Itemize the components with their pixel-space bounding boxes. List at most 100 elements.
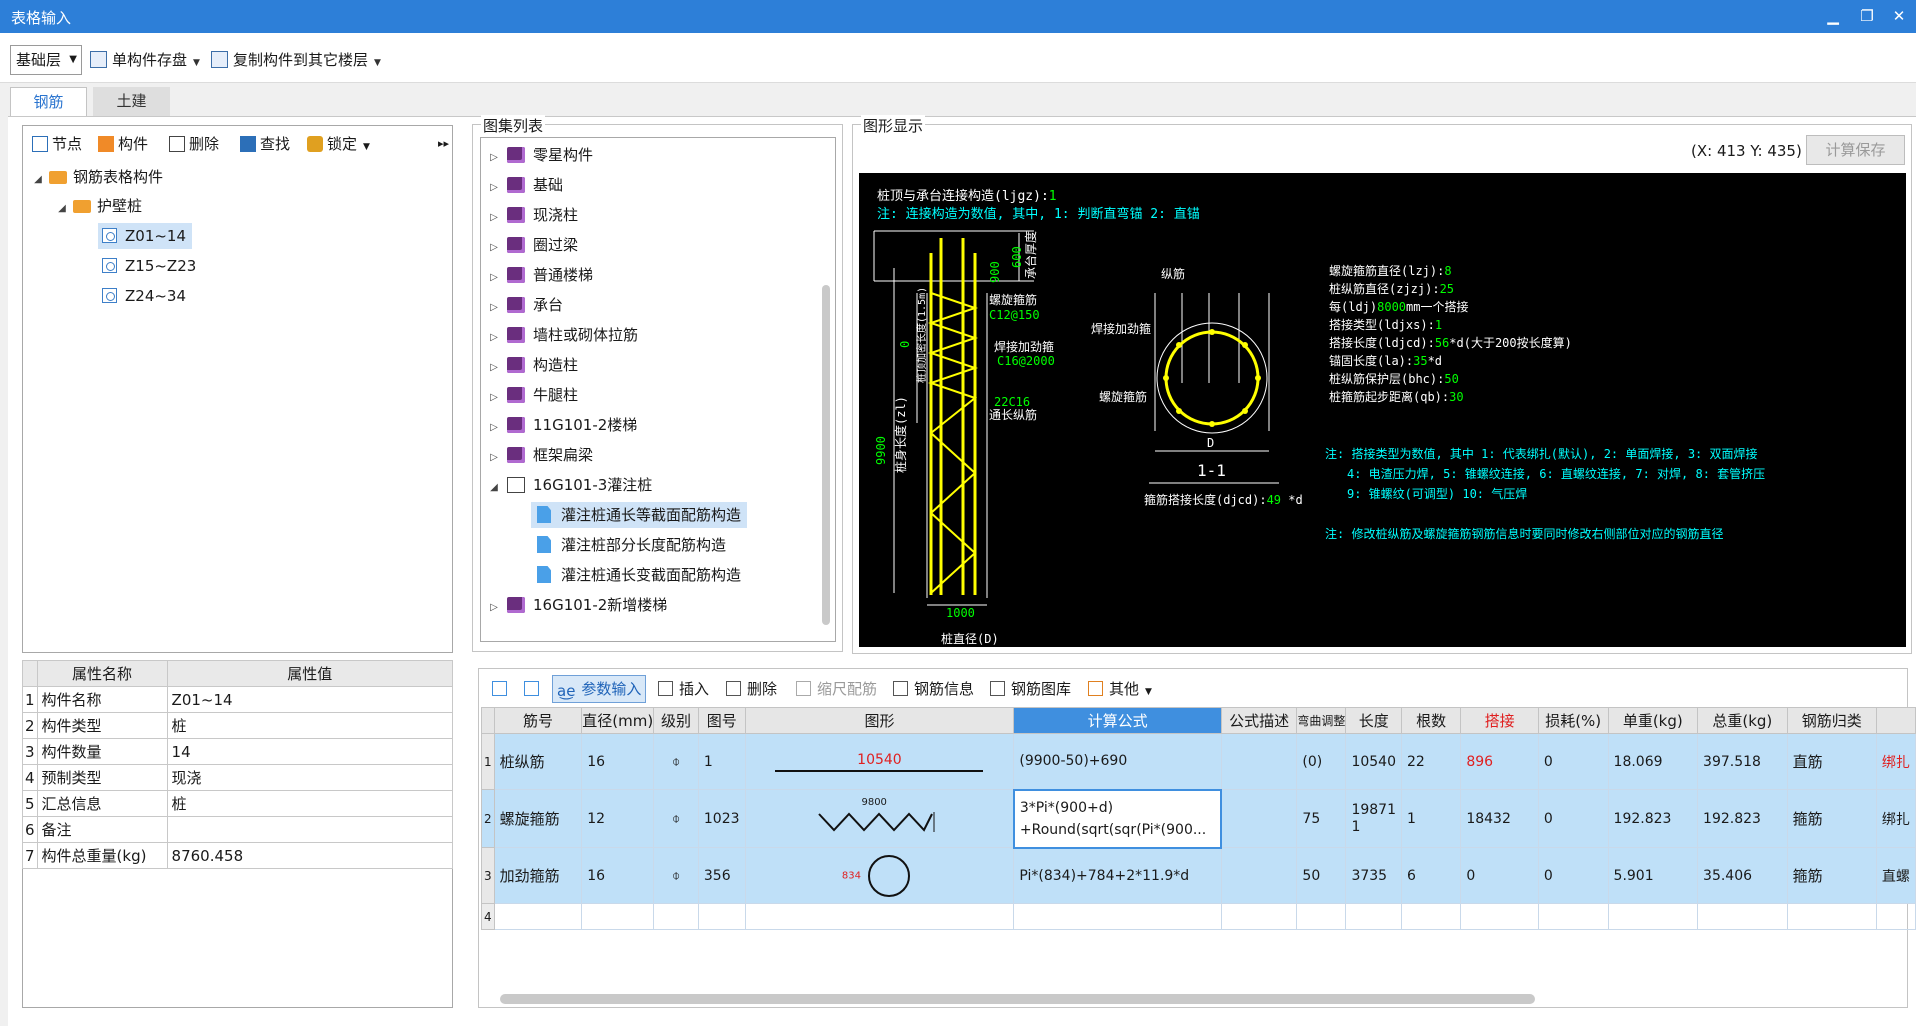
collapse-icon[interactable]: ◢: [55, 196, 69, 222]
col-header[interactable]: 公式描述: [1220, 707, 1298, 734]
atlas-item[interactable]: ▷ 圈过梁: [487, 232, 578, 258]
collapse-icon[interactable]: ◢: [31, 167, 45, 193]
close-icon[interactable]: ✕: [1886, 4, 1912, 28]
expand-icon[interactable]: ▷: [487, 415, 501, 441]
col-header[interactable]: 长度: [1345, 707, 1402, 734]
atlas-child[interactable]: 灌注桩部分长度配筋构造: [537, 532, 726, 558]
expand-icon[interactable]: ▷: [487, 265, 501, 291]
table-row[interactable]: 3 加劲箍筋 16 ⌽ 356 834 Pi*(834)+784+2*11.9*…: [481, 847, 1916, 904]
svg-text:注: 修改桩纵筋及螺旋箍筋钢筋信息时要同时修改右侧部位对应的: 注: 修改桩纵筋及螺旋箍筋钢筋信息时要同时修改右侧部位对应的钢筋直径: [1325, 526, 1723, 541]
rebar-shape[interactable]: 834: [744, 847, 1015, 904]
expand-icon[interactable]: ▷: [487, 445, 501, 471]
library-icon: [990, 681, 1005, 696]
expand-icon[interactable]: ▷: [487, 295, 501, 321]
col-header[interactable]: 单重(kg): [1607, 707, 1699, 734]
other-button[interactable]: 其他 ▼: [1088, 676, 1152, 705]
expand-icon[interactable]: ▷: [487, 385, 501, 411]
tree-root[interactable]: ◢ 钢筋表格构件: [31, 164, 163, 190]
atlas-scrollbar[interactable]: [822, 285, 830, 625]
col-header[interactable]: 根数: [1400, 707, 1462, 734]
expand-icon[interactable]: ▷: [487, 325, 501, 351]
col-header[interactable]: 钢筋归类: [1786, 707, 1877, 734]
atlas-item[interactable]: ▷ 普通楼梯: [487, 262, 593, 288]
minimize-icon[interactable]: ▁: [1820, 4, 1846, 28]
delete-row-button[interactable]: 删除: [726, 676, 777, 702]
prop-row[interactable]: 5 汇总信息桩: [22, 790, 454, 817]
tab-rebar[interactable]: 钢筋: [10, 87, 87, 117]
col-header[interactable]: 级别: [653, 707, 699, 734]
atlas-item[interactable]: ▷ 基础: [487, 172, 563, 198]
param-input-button[interactable]: a͜e 参数输入: [552, 675, 647, 703]
cad-drawing[interactable]: 桩顶与承台连接构造(ljgz):1 注: 连接构造为数值, 其中, 1: 判断直…: [859, 173, 1906, 647]
move-up-button[interactable]: [492, 676, 513, 702]
col-header[interactable]: 搭接: [1460, 707, 1539, 734]
col-header[interactable]: 总重(kg): [1697, 707, 1788, 734]
copy-to-floor-button[interactable]: 复制构件到其它楼层 ▼: [211, 48, 381, 72]
atlas-item[interactable]: ▷ 构造柱: [487, 352, 578, 378]
prop-row[interactable]: 1 构件名称 Z01~14: [22, 686, 454, 713]
rebar-info-button[interactable]: 钢筋信息: [893, 676, 974, 702]
grid-hscrollbar[interactable]: [500, 994, 1535, 1004]
expand-icon[interactable]: ▷: [487, 205, 501, 231]
atlas-child[interactable]: 灌注桩通长变截面配筋构造: [537, 562, 741, 588]
atlas-item[interactable]: ▷ 承台: [487, 292, 563, 318]
restore-icon[interactable]: ❐: [1854, 4, 1880, 28]
col-header[interactable]: 直径(mm): [581, 707, 655, 734]
floor-select[interactable]: 基础层 ▼: [10, 45, 82, 75]
atlas-item[interactable]: ▷ 牛腿柱: [487, 382, 578, 408]
col-header[interactable]: [1875, 707, 1916, 734]
tab-civil[interactable]: 土建: [93, 87, 170, 117]
expand-icon[interactable]: ▷: [487, 355, 501, 381]
document-icon: [537, 506, 551, 523]
prop-row[interactable]: 4 预制类型 现浇: [22, 764, 454, 791]
table-row[interactable]: 2 螺旋箍筋 12 ⌽ 1023 9800 3*Pi*(900+d) +Round…: [481, 788, 1916, 849]
atlas-item[interactable]: ◢ 16G101-3灌注桩: [487, 472, 652, 498]
col-header[interactable]: 损耗(%): [1537, 707, 1609, 734]
prop-row[interactable]: 6 备注: [22, 816, 454, 843]
tree-item[interactable]: Z15~Z23: [98, 253, 196, 279]
formula-editor[interactable]: 3*Pi*(900+d) +Round(sqrt(sqr(Pi*(900...: [1012, 788, 1223, 849]
collapse-icon[interactable]: ◢: [487, 475, 501, 501]
rebar-library-button[interactable]: 钢筋图库: [990, 676, 1071, 702]
rebar-shape[interactable]: 10540: [744, 733, 1015, 790]
lock-button[interactable]: 锁定 ▼: [307, 130, 370, 161]
atlas-item[interactable]: ▷ 现浇柱: [487, 202, 578, 228]
atlas-child[interactable]: 灌注桩通长等截面配筋构造: [531, 502, 748, 528]
insert-button[interactable]: 插入: [658, 676, 709, 702]
col-header[interactable]: 图形: [744, 707, 1015, 734]
scale-rebar-button[interactable]: 缩尺配筋: [796, 676, 877, 702]
col-header[interactable]: 计算公式: [1013, 707, 1222, 734]
tree-item[interactable]: Z24~34: [98, 283, 186, 309]
expand-icon[interactable]: ▷: [487, 595, 501, 621]
col-header[interactable]: 图号: [697, 707, 746, 734]
prop-row[interactable]: 2 构件类型桩: [22, 712, 454, 739]
prop-row[interactable]: 7 构件总重量(kg) 8760.458: [22, 842, 454, 869]
component-button[interactable]: 构件: [98, 130, 148, 158]
atlas-item[interactable]: ▷ 框架扁梁: [487, 442, 593, 468]
expand-icon[interactable]: ▷: [487, 175, 501, 201]
find-button[interactable]: 查找: [240, 130, 290, 158]
tree-item[interactable]: Z01~14: [98, 223, 193, 249]
atlas-item[interactable]: ▷ 零星构件: [487, 142, 593, 168]
tree-group[interactable]: ◢ 护壁桩: [55, 193, 142, 219]
atlas-item[interactable]: ▷ 11G101-2楼梯: [487, 412, 637, 438]
atlas-item[interactable]: ▷ 墙柱或砌体拉筋: [487, 322, 638, 348]
expand-icon[interactable]: ▷: [487, 145, 501, 171]
delete-button[interactable]: 删除: [169, 130, 219, 158]
node-button[interactable]: 节点: [32, 130, 82, 158]
table-row[interactable]: 4: [481, 903, 1916, 930]
atlas-title: 图集列表: [481, 115, 546, 136]
save-single-button[interactable]: 单构件存盘 ▼: [90, 48, 200, 72]
binoculars-icon: [240, 136, 256, 152]
prop-row[interactable]: 3 构件数量 14: [22, 738, 454, 765]
calc-save-button[interactable]: 计算保存: [1806, 135, 1905, 165]
table-row[interactable]: 1 桩纵筋 16 ⌽ 1 10540 (9900-50)+690 (0) 105…: [481, 733, 1916, 790]
move-down-button[interactable]: [524, 676, 545, 702]
expand-icon[interactable]: ▷: [487, 235, 501, 261]
expand-icon[interactable]: ▸▸: [438, 130, 449, 158]
atlas-item[interactable]: ▷ 16G101-2新增楼梯: [487, 592, 667, 618]
rebar-shape[interactable]: 9800: [744, 789, 1015, 848]
col-header[interactable]: 筋号: [493, 707, 583, 734]
col-header[interactable]: 弯曲调整: [1296, 707, 1347, 734]
hoop-shape: [867, 854, 910, 897]
